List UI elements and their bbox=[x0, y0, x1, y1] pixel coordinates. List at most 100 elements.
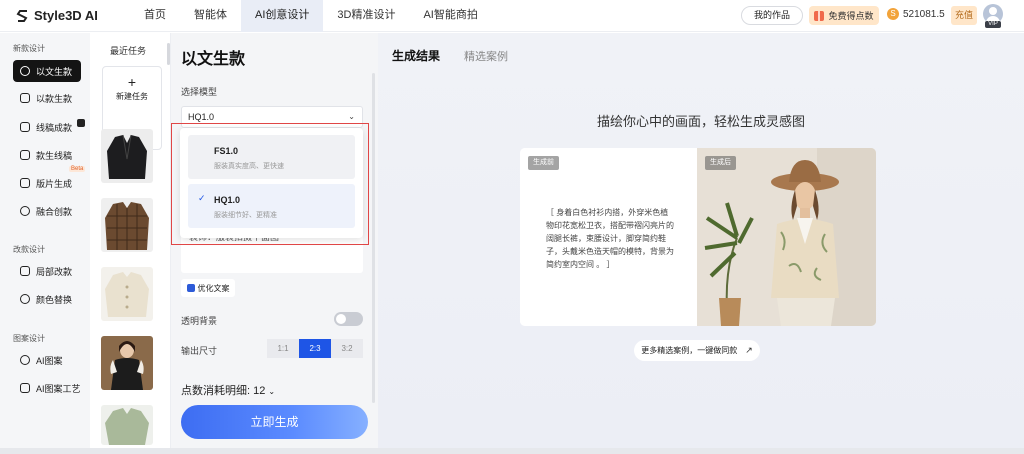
nav-ai-product-photo[interactable]: AI智能商拍 bbox=[409, 0, 491, 32]
before-tag: 生成前 bbox=[528, 156, 559, 170]
recent-task-thumb[interactable] bbox=[101, 198, 153, 252]
sidebar-item-label: 线稿成款 bbox=[36, 122, 73, 133]
sidebar-item-local-modify[interactable]: 局部改款 bbox=[13, 260, 81, 282]
ratio-3-2[interactable]: 3:2 bbox=[331, 339, 363, 358]
style-icon bbox=[20, 93, 30, 103]
main-nav: 首页 智能体 AI创意设计 3D精准设计 AI智能商拍 bbox=[130, 0, 492, 32]
recent-task-thumb[interactable] bbox=[101, 405, 153, 445]
ratio-selector: 1:1 2:3 3:2 bbox=[267, 339, 363, 358]
logo-text: Style3D AI bbox=[34, 8, 98, 23]
sidebar-item-color-replace[interactable]: 颜色替换 bbox=[13, 288, 81, 310]
result-area: 生成结果 精选案例 描绘你心中的画面，轻松生成灵感图 生成前 ［ 身着白色衬衫内… bbox=[378, 33, 1024, 454]
highlight-annotation bbox=[171, 123, 369, 245]
after-pane: 生成后 bbox=[697, 148, 876, 326]
sun-pattern-icon bbox=[20, 355, 30, 365]
recent-task-thumb[interactable] bbox=[101, 336, 153, 390]
free-points-label: 免费得点数 bbox=[828, 11, 874, 21]
ratio-2-3[interactable]: 2:3 bbox=[299, 339, 331, 358]
recent-tasks-title: 最近任务 bbox=[110, 46, 147, 56]
sidebar-item-label: AI图案工艺 bbox=[36, 383, 81, 394]
sidebar-item-label: 版片生成 bbox=[36, 178, 73, 189]
blazer-image bbox=[101, 129, 153, 183]
sidebar-item-ai-graphic-craft[interactable]: AI图案工艺 bbox=[13, 377, 81, 399]
green-shirt-image bbox=[101, 405, 153, 445]
free-points-button[interactable]: 免费得点数 bbox=[809, 6, 879, 25]
more-cases-button[interactable]: 更多精选案例，一键做同款 ↗ bbox=[634, 340, 760, 361]
generate-button[interactable]: 立即生成 bbox=[181, 405, 368, 439]
nav-agent[interactable]: 智能体 bbox=[180, 0, 241, 32]
external-icon bbox=[77, 119, 85, 127]
local-edit-icon bbox=[20, 266, 30, 276]
config-scrollbar[interactable] bbox=[372, 73, 375, 403]
vip-badge: VIP bbox=[985, 21, 1001, 28]
pattern-piece-icon bbox=[20, 178, 30, 188]
balance-value: 521081.5 bbox=[903, 8, 945, 20]
nav-home[interactable]: 首页 bbox=[130, 0, 180, 32]
recharge-button[interactable]: 充值 bbox=[951, 6, 977, 25]
recent-tasks-panel: 最近任务 + 新建任务 bbox=[90, 33, 170, 454]
sidebar-group-new-design: 新款设计 bbox=[13, 44, 45, 53]
sidebar-item-ai-graphic[interactable]: AI图案 bbox=[13, 349, 81, 371]
plus-icon: + bbox=[127, 74, 137, 90]
sidebar-item-label: 融合创款 bbox=[36, 206, 73, 217]
color-drop-icon bbox=[20, 294, 30, 304]
chevron-down-icon: ⌄ bbox=[268, 387, 276, 396]
cream-jacket-image bbox=[101, 267, 153, 321]
example-prompt-text: ［ 身着白色衬衫内搭，外穿米色植物印花宽松卫衣，搭配带褶闪亮片的阔腿长裤，束腰设… bbox=[546, 208, 674, 269]
coin-icon: S bbox=[887, 8, 899, 20]
output-size-label: 输出尺寸 bbox=[181, 346, 218, 356]
model-dress-image bbox=[101, 336, 153, 390]
nav-3d-precise-design[interactable]: 3D精准设计 bbox=[323, 0, 409, 32]
sidebar: 新款设计 以文生款 以款生款 线稿成款 款生线稿 版片生成 Beta 融合创款 … bbox=[0, 33, 90, 454]
beta-badge: Beta bbox=[69, 166, 86, 172]
sidebar-item-style-to-style[interactable]: 以款生款 bbox=[13, 87, 81, 109]
shirt-icon bbox=[20, 122, 30, 132]
sidebar-item-label: 以文生款 bbox=[36, 66, 73, 77]
more-cases-label: 更多精选案例，一键做同款 bbox=[641, 346, 738, 355]
sidebar-item-label: 款生线稿 bbox=[36, 150, 73, 161]
sidebar-group-modify-design: 改款设计 bbox=[13, 245, 45, 254]
sidebar-item-label: 颜色替换 bbox=[36, 294, 73, 305]
tab-result[interactable]: 生成结果 bbox=[392, 47, 440, 64]
sidebar-item-label: 以款生款 bbox=[36, 93, 73, 104]
before-after-card: 生成前 ［ 身着白色衬衫内搭，外穿米色植物印花宽松卫衣，搭配带褶闪亮片的阔腿长裤… bbox=[520, 148, 876, 326]
sidebar-group-graphic-design: 图案设计 bbox=[13, 334, 45, 343]
toggle-knob bbox=[336, 314, 346, 324]
sidebar-item-text-to-style[interactable]: 以文生款 bbox=[13, 60, 81, 82]
optimize-text-button[interactable]: 优化文案 bbox=[181, 279, 235, 297]
shirt-icon bbox=[20, 150, 30, 160]
sidebar-item-pattern-generate[interactable]: 版片生成 Beta bbox=[13, 166, 86, 194]
craft-icon bbox=[20, 383, 30, 393]
top-bar: Style3D AI 首页 智能体 AI创意设计 3D精准设计 AI智能商拍 我… bbox=[0, 0, 1024, 32]
tab-featured-cases[interactable]: 精选案例 bbox=[464, 48, 508, 64]
sidebar-item-sketch-to-style[interactable]: 线稿成款 bbox=[13, 116, 85, 138]
transparent-bg-toggle[interactable] bbox=[334, 312, 363, 326]
new-task-label: 新建任务 bbox=[116, 92, 148, 101]
recent-task-thumb[interactable] bbox=[101, 267, 153, 321]
before-pane: 生成前 ［ 身着白色衬衫内搭，外穿米色植物印花宽松卫衣，搭配带褶闪亮片的阔腿长裤… bbox=[520, 148, 697, 326]
recent-task-thumb[interactable] bbox=[101, 129, 153, 183]
sidebar-item-style-to-sketch[interactable]: 款生线稿 bbox=[13, 144, 81, 166]
page-title: 以文生款 bbox=[181, 51, 246, 68]
nav-ai-creative-design[interactable]: AI创意设计 bbox=[241, 0, 324, 32]
empty-state-headline: 描绘你心中的画面，轻松生成灵感图 bbox=[596, 114, 805, 129]
model-select-value: HQ1.0 bbox=[188, 112, 215, 122]
sidebar-item-label: 局部改款 bbox=[36, 266, 73, 277]
logo[interactable]: Style3D AI bbox=[16, 8, 98, 23]
cost-label: 点数消耗明细: 12 bbox=[181, 385, 266, 397]
arrow-up-right-icon: ↗ bbox=[745, 345, 753, 355]
transparent-bg-label: 透明背景 bbox=[181, 316, 218, 326]
horizontal-scrollbar[interactable] bbox=[0, 448, 1024, 454]
ratio-1-1[interactable]: 1:1 bbox=[267, 339, 299, 358]
model-label: 选择模型 bbox=[181, 87, 218, 97]
sidebar-item-fusion-create[interactable]: 融合创款 bbox=[13, 200, 81, 222]
plaid-shirt-image bbox=[101, 198, 153, 252]
points-balance: S 521081.5 bbox=[887, 8, 945, 20]
cost-details-toggle[interactable]: 点数消耗明细: 12 ⌄ bbox=[181, 382, 275, 398]
my-works-button[interactable]: 我的作品 bbox=[741, 6, 803, 25]
model-photo-image bbox=[697, 148, 876, 326]
sidebar-item-label: AI图案 bbox=[36, 355, 63, 366]
fusion-icon bbox=[20, 206, 30, 216]
optimize-label: 优化文案 bbox=[197, 283, 230, 293]
magic-wand-icon bbox=[186, 284, 195, 292]
